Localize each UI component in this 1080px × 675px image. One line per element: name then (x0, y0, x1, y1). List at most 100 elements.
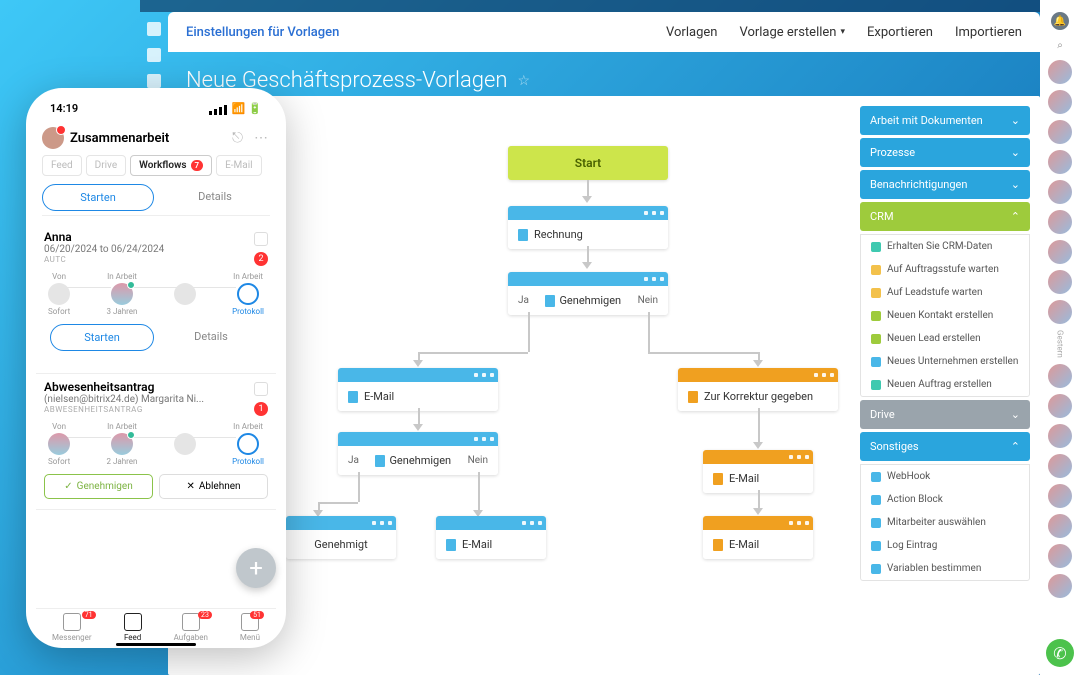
acc-item[interactable]: Neuen Kontakt erstellen (861, 304, 1029, 327)
acc-benach[interactable]: Benachrichtigungen⌄ (860, 170, 1030, 199)
avatar[interactable] (1048, 90, 1072, 114)
acc-item[interactable]: Erhalten Sie CRM-Daten (861, 235, 1029, 258)
acc-item[interactable]: Neuen Auftrag erstellen (861, 373, 1029, 396)
rail-icon[interactable] (147, 74, 161, 88)
nav-vorlagen[interactable]: Vorlagen (666, 25, 717, 40)
nav-menu[interactable]: 51Menü (240, 613, 260, 642)
call-button[interactable]: ✆ (1046, 639, 1074, 667)
avatar[interactable] (1048, 544, 1072, 568)
acc-crm[interactable]: CRM⌃ (860, 202, 1030, 231)
acc-item[interactable]: Action Block (861, 488, 1029, 511)
connector (648, 352, 758, 354)
avatar[interactable] (1048, 514, 1072, 538)
star-icon[interactable]: ☆ (517, 73, 530, 89)
avatar[interactable] (1048, 424, 1072, 448)
starten-button[interactable]: Starten (50, 324, 154, 351)
avatar[interactable] (1048, 150, 1072, 174)
broadcast-icon[interactable]: ⎋ (232, 130, 248, 146)
node-toolbar[interactable] (508, 206, 668, 220)
node-email-o1[interactable]: E-Mail (703, 450, 813, 493)
rail-icon[interactable] (147, 48, 161, 62)
checkbox[interactable] (254, 382, 268, 396)
tab-workflows[interactable]: Workflows7 (130, 155, 212, 176)
node-korrektur[interactable]: Zur Korrektur gegeben (678, 368, 838, 411)
avatar[interactable] (1048, 394, 1072, 418)
fab-add[interactable]: + (236, 548, 276, 588)
avatar[interactable] (1048, 484, 1072, 508)
starten-button[interactable]: Starten (42, 184, 154, 211)
nav-messenger[interactable]: 71Messenger (52, 613, 92, 642)
protokoll-link[interactable]: Protokoll (232, 457, 264, 466)
bell-icon[interactable]: 🔔 (1051, 12, 1069, 30)
node-genehmigen-1[interactable]: JaGenehmigenNein (508, 272, 668, 315)
acc-item[interactable]: WebHook (861, 465, 1029, 488)
step-dot (237, 283, 259, 305)
avatar[interactable] (1048, 60, 1072, 84)
acc-item[interactable]: Log Eintrag (861, 534, 1029, 557)
acc-item[interactable]: Auf Leadstufe warten (861, 281, 1029, 304)
rail-icon[interactable] (147, 22, 161, 36)
decline-button[interactable]: ✕ Ablehnen (159, 474, 268, 499)
search-icon[interactable]: ⌕ (1051, 36, 1069, 54)
avatar[interactable] (1048, 270, 1072, 294)
nav-aufgaben[interactable]: 23Aufgaben (174, 613, 208, 642)
acc-prozesse[interactable]: Prozesse⌄ (860, 138, 1030, 167)
acc-drive[interactable]: Drive⌄ (860, 400, 1030, 429)
workflow-card[interactable]: Abwesenheitsantrag (nielsen@bitrix24.de)… (36, 374, 276, 510)
node-toolbar[interactable] (436, 516, 546, 530)
node-toolbar[interactable] (286, 516, 396, 530)
avatar[interactable] (42, 127, 64, 149)
node-email-b2[interactable]: E-Mail (436, 516, 546, 559)
acc-item[interactable]: Mitarbeiter auswählen (861, 511, 1029, 534)
phone-tabs: Feed Drive Workflows7 E-Mail (36, 155, 276, 184)
flow-canvas[interactable]: Start Rechnung JaGenehmigenNein E-Mail (168, 96, 1040, 675)
approve-button[interactable]: ✓ Genehmigen (44, 474, 153, 499)
avatar[interactable] (1048, 210, 1072, 234)
node-genehmigen-2[interactable]: JaGenehmigenNein (338, 432, 498, 475)
node-toolbar[interactable] (338, 368, 498, 382)
tab-settings[interactable]: Einstellungen für Vorlagen (186, 25, 339, 40)
avatar[interactable] (1048, 454, 1072, 478)
more-icon[interactable]: ⋯ (254, 130, 270, 146)
nav-feed[interactable]: Feed (124, 613, 142, 642)
avatar[interactable] (1048, 300, 1072, 324)
workflow-card[interactable]: Anna 06/20/2024 to 06/24/2024 AUTC 2 Von… (36, 224, 276, 374)
details-button[interactable]: Details (160, 184, 270, 211)
acc-docs[interactable]: Arbeit mit Dokumenten⌄ (860, 106, 1030, 135)
avatar[interactable] (1048, 364, 1072, 388)
avatar[interactable] (1048, 574, 1072, 598)
node-toolbar[interactable] (703, 516, 813, 530)
nav-erstellen[interactable]: Vorlage erstellen▾ (739, 25, 845, 40)
node-email-left[interactable]: E-Mail (338, 368, 498, 411)
protokoll-link[interactable]: Protokoll (232, 307, 264, 316)
doc-icon (871, 518, 881, 528)
node-toolbar[interactable] (678, 368, 838, 382)
acc-item[interactable]: Variablen bestimmen (861, 557, 1029, 580)
node-toolbar[interactable] (338, 432, 498, 446)
node-rechnung[interactable]: Rechnung (508, 206, 668, 249)
checkbox[interactable] (254, 232, 268, 246)
connector (758, 408, 760, 444)
acc-item[interactable]: Auf Auftragsstufe warten (861, 258, 1029, 281)
node-start[interactable]: Start (508, 146, 668, 180)
page-title-row: Neue Geschäftsprozess-Vorlagen ☆ (168, 52, 1040, 97)
node-toolbar[interactable] (703, 450, 813, 464)
arrow-icon (753, 442, 763, 449)
tab-drive[interactable]: Drive (86, 155, 126, 176)
tab-feed[interactable]: Feed (42, 155, 82, 176)
node-toolbar[interactable] (508, 272, 668, 286)
tab-email[interactable]: E-Mail (216, 155, 261, 176)
acc-sonst[interactable]: Sonstiges⌃ (860, 432, 1030, 461)
avatar[interactable] (1048, 180, 1072, 204)
avatar[interactable] (1048, 120, 1072, 144)
details-button[interactable]: Details (160, 324, 262, 351)
doc-icon (871, 472, 881, 482)
acc-item[interactable]: Neues Unternehmen erstellen (861, 350, 1029, 373)
nav-exportieren[interactable]: Exportieren (867, 25, 933, 40)
avatar[interactable] (1048, 240, 1072, 264)
timeline: VonSofort In Arbeit2 Jahren In ArbeitPro… (44, 414, 268, 468)
nav-importieren[interactable]: Importieren (955, 25, 1022, 40)
acc-item[interactable]: Neuen Lead erstellen (861, 327, 1029, 350)
node-email-o2[interactable]: E-Mail (703, 516, 813, 559)
node-genehmigt[interactable]: Genehmigt (286, 516, 396, 559)
